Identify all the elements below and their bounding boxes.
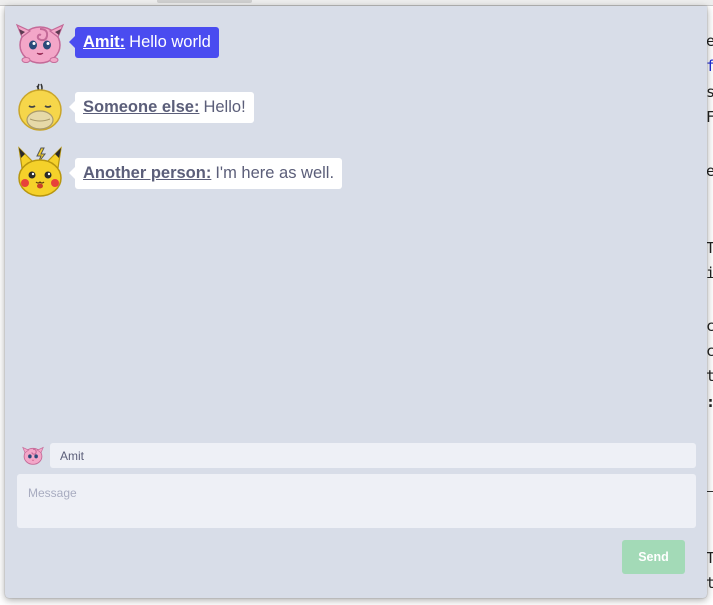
background-text-line: F xyxy=(706,108,713,126)
background-text-line: T xyxy=(706,239,713,257)
psyduck-icon xyxy=(13,80,67,134)
send-button[interactable]: Send xyxy=(622,540,685,574)
background-text-line: e xyxy=(706,162,713,180)
background-text-line: : xyxy=(706,392,713,412)
chat-message: Amit: Hello world xyxy=(13,15,219,69)
jigglypuff-icon[interactable] xyxy=(21,443,45,467)
chat-window: Amit: Hello world Someone else: Hello! A… xyxy=(5,6,707,598)
background-text-line: t xyxy=(706,367,713,385)
tab-indicator xyxy=(157,0,252,3)
background-divider xyxy=(706,491,713,492)
background-text-line: c xyxy=(706,317,713,335)
message-author[interactable]: Amit: xyxy=(83,33,125,51)
background-text-line: c xyxy=(706,342,713,360)
pikachu-icon xyxy=(13,146,67,200)
composer-name-row xyxy=(21,443,45,467)
background-text-line: e xyxy=(706,32,713,50)
message-author[interactable]: Another person: xyxy=(83,164,211,182)
message-text: Hello! xyxy=(203,97,246,116)
name-input[interactable] xyxy=(50,443,696,468)
message-bubble: Someone else: Hello! xyxy=(69,91,254,123)
message-text: Hello world xyxy=(129,32,211,51)
background-text-line: T xyxy=(706,549,713,567)
background-text-line: f xyxy=(706,57,713,75)
background-text-line: i xyxy=(706,264,713,282)
background-text-line: s xyxy=(706,83,713,101)
message-text: I'm here as well. xyxy=(215,163,335,182)
message-bubble: Another person: I'm here as well. xyxy=(68,157,343,189)
message-bubble: Amit: Hello world xyxy=(69,26,219,58)
message-input[interactable] xyxy=(17,474,696,528)
chat-message: Another person: I'm here as well. xyxy=(13,146,343,200)
jigglypuff-icon xyxy=(13,15,67,69)
chat-message: Someone else: Hello! xyxy=(13,80,254,134)
background-text-line: t xyxy=(706,574,713,592)
message-author[interactable]: Someone else: xyxy=(83,98,199,116)
